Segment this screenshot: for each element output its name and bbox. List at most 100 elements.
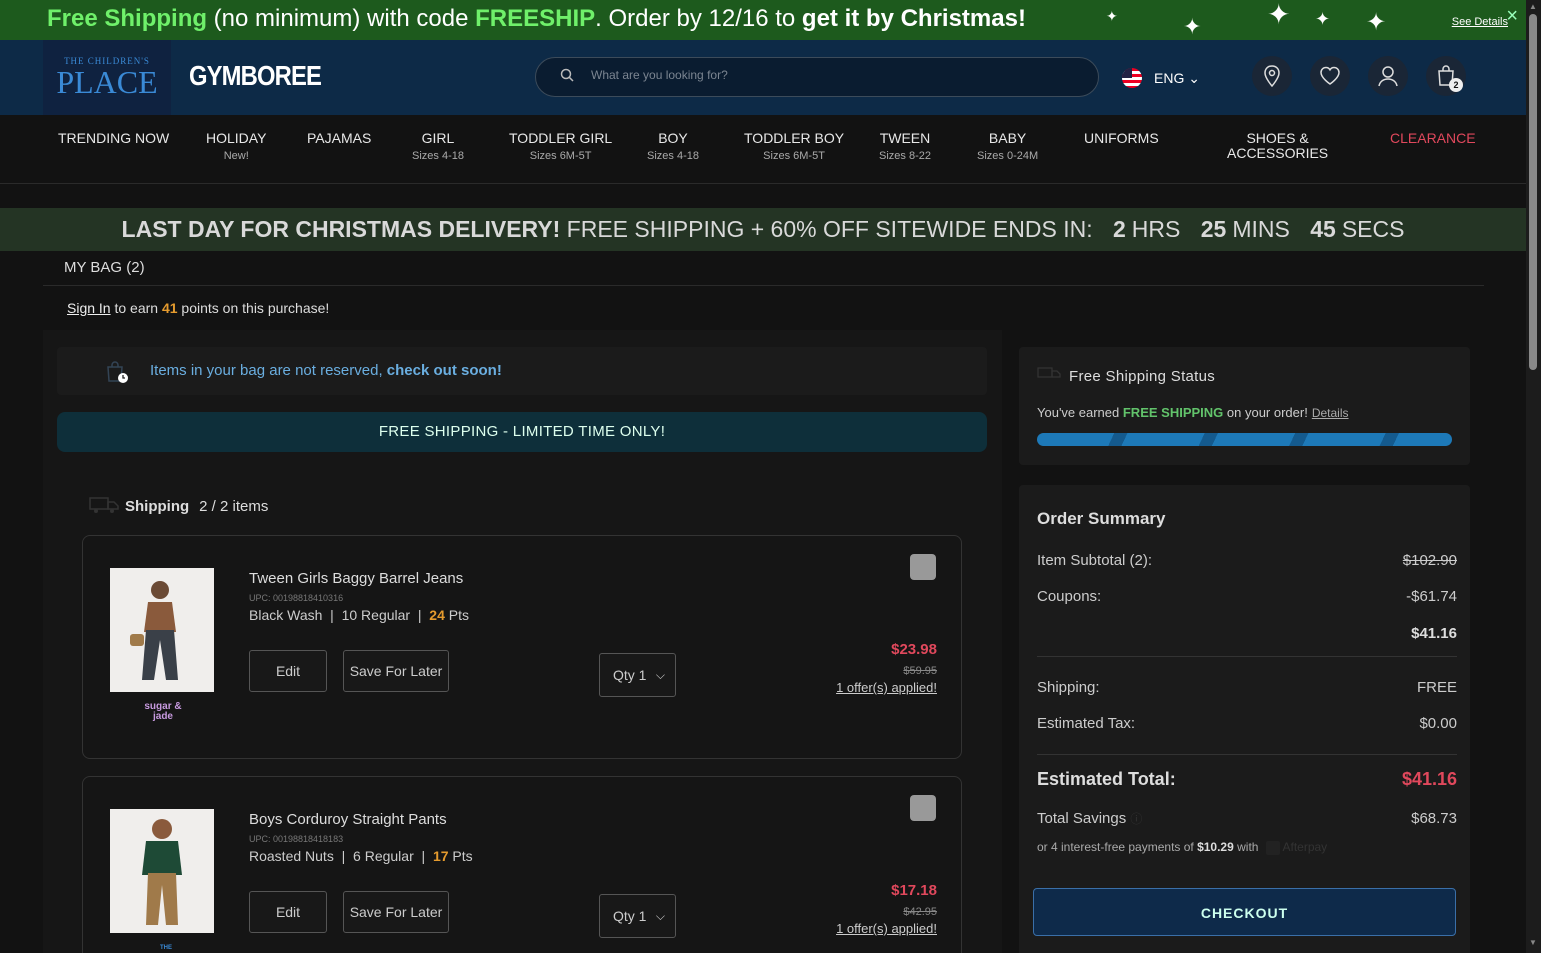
total-value: $41.16: [1401, 769, 1457, 789]
childrens-place-logo[interactable]: THE CHILDREN'S PLACE: [43, 40, 171, 115]
page-scrollbar[interactable]: ▲ ▼: [1526, 0, 1541, 953]
nav-girl[interactable]: GIRL Sizes 4-18: [412, 131, 464, 163]
item-checkbox[interactable]: [910, 795, 936, 821]
status-text-bold: FREE SHIPPING: [1122, 405, 1224, 420]
nav-trending-now[interactable]: TRENDING NOW: [58, 131, 169, 146]
product-upc: UPC: 00198818410316: [249, 593, 344, 603]
save-for-later-button[interactable]: Save For Later: [343, 650, 449, 692]
coupons-value: -$61.74: [1406, 588, 1457, 605]
edit-button[interactable]: Edit: [249, 891, 327, 933]
divider: [1037, 754, 1457, 755]
nav-clearance[interactable]: CLEARANCE: [1390, 131, 1476, 146]
shipping-label: Shipping: [125, 497, 190, 515]
savings-label: Total Savings: [1037, 810, 1127, 827]
gymboree-logo[interactable]: GYMBOREE: [189, 60, 322, 92]
edit-button[interactable]: Edit: [249, 650, 327, 692]
reservation-text-bold: check out soon!: [386, 362, 502, 379]
nav-label: TRENDING NOW: [58, 130, 170, 146]
nav-label: TWEEN: [879, 130, 931, 146]
nav-label: TODDLER BOY: [744, 130, 845, 146]
nav-toddler-boy[interactable]: TODDLER BOY Sizes 6M-5T: [744, 130, 845, 163]
account-icon[interactable]: [1368, 56, 1408, 96]
product-color: Black Wash: [249, 607, 323, 623]
status-text-pre: You've earned: [1037, 405, 1123, 420]
quantity-value: Qty 1: [613, 908, 647, 924]
nav-label: CLEARANCE: [1390, 130, 1476, 146]
countdown-text: FREE SHIPPING + 60% OFF SITEWIDE ENDS IN…: [560, 216, 1093, 242]
scroll-up-icon[interactable]: ▲: [1529, 2, 1537, 11]
cart-item: THE CHILDREN'S Boys Corduroy Straight Pa…: [82, 776, 962, 953]
nav-tween[interactable]: TWEEN Sizes 8-22: [879, 130, 931, 163]
total-label: Estimated Total:: [1037, 769, 1176, 789]
nav-pajamas[interactable]: PAJAMAS: [307, 131, 371, 146]
shipping-header: Shipping 2 / 2 items: [89, 496, 268, 518]
store-locator-icon[interactable]: [1252, 56, 1292, 96]
sale-price: $17.18: [891, 882, 937, 899]
close-icon[interactable]: ×: [1506, 6, 1518, 26]
sign-in-link[interactable]: Sign In: [67, 300, 111, 316]
wishlist-heart-icon[interactable]: [1310, 56, 1350, 96]
sparkle-icon: ✦: [1366, 9, 1387, 36]
offers-applied-link[interactable]: 1 offer(s) applied!: [836, 921, 937, 936]
product-name[interactable]: Tween Girls Baggy Barrel Jeans: [249, 570, 463, 587]
nav-shoes-accessories[interactable]: SHOES & ACCESSORIES: [1227, 131, 1328, 161]
product-upc: UPC: 00198818418183: [249, 834, 344, 844]
tax-value: $0.00: [1419, 715, 1457, 732]
nav-uniforms[interactable]: UNIFORMS: [1084, 131, 1159, 146]
nav-boy[interactable]: BOY Sizes 4-18: [647, 131, 699, 163]
nav-label: UNIFORMS: [1084, 130, 1159, 146]
earn-points: 41: [161, 300, 178, 316]
nav-sub: Sizes 6M-5T: [763, 150, 825, 162]
order-summary-title: Order Summary: [1037, 509, 1166, 528]
afterpay-brand[interactable]: Afterpay: [1282, 840, 1327, 854]
scroll-down-icon[interactable]: ▼: [1529, 938, 1537, 947]
promo-christmas: get it by Christmas!: [801, 5, 1026, 32]
see-details-link[interactable]: See Details: [1452, 15, 1508, 29]
nav-sub: Sizes 4-18: [647, 150, 699, 162]
earn-text: to earn: [110, 300, 162, 316]
info-icon[interactable]: ⓘ: [1130, 812, 1142, 826]
shipping-value: FREE: [1416, 679, 1457, 696]
reservation-text-main: Items in your bag are not reserved,: [150, 362, 387, 379]
truck-icon: [1037, 367, 1061, 386]
reservation-text: Items in your bag are not reserved, chec…: [150, 362, 502, 379]
promo-free-shipping: Free Shipping: [47, 5, 208, 32]
nav-toddler-girl[interactable]: TODDLER GIRL Sizes 6M-5T: [509, 131, 612, 163]
free-shipping-banner: FREE SHIPPING - LIMITED TIME ONLY!: [57, 412, 987, 452]
item-checkbox[interactable]: [910, 554, 936, 580]
afterpay-pre: or 4 interest-free payments of: [1037, 840, 1198, 854]
search-input[interactable]: [591, 68, 1071, 82]
sparkle-icon: ✦: [1267, 0, 1291, 30]
search-icon[interactable]: [560, 68, 574, 85]
promo-text-2: . Order by 12/16 to: [595, 5, 802, 32]
save-for-later-button[interactable]: Save For Later: [343, 891, 449, 933]
product-size: 6 Regular: [353, 848, 414, 864]
sale-price: $23.98: [891, 641, 937, 658]
nav-label: SHOES &: [1246, 130, 1309, 146]
countdown-minutes: 25: [1200, 216, 1227, 242]
points-label: Pts: [448, 607, 469, 623]
subtotal-label: Item Subtotal (2):: [1037, 552, 1153, 569]
product-name[interactable]: Boys Corduroy Straight Pants: [249, 811, 447, 828]
quantity-select[interactable]: Qty 1 ⌵: [599, 653, 676, 697]
order-summary-panel: Order Summary Item Subtotal (2): $102.90 …: [1019, 485, 1470, 953]
product-image[interactable]: [110, 809, 214, 933]
details-link[interactable]: Details: [1312, 406, 1349, 420]
scrollbar-thumb[interactable]: [1529, 14, 1537, 370]
status-text-post: on your order!: [1223, 405, 1308, 420]
original-price: $59.95: [903, 665, 937, 677]
shipping-label: Shipping:: [1037, 679, 1100, 696]
language-selector[interactable]: ENG ⌄: [1154, 70, 1200, 87]
offers-applied-link[interactable]: 1 offer(s) applied!: [836, 680, 937, 695]
product-image[interactable]: [110, 568, 214, 692]
brand-logo: sugar & jade: [144, 701, 182, 722]
nav-holiday[interactable]: HOLIDAY New!: [206, 131, 266, 163]
checkout-button[interactable]: CHECKOUT: [1033, 888, 1456, 936]
quantity-value: Qty 1: [613, 667, 647, 683]
quantity-select[interactable]: Qty 1 ⌵: [599, 894, 676, 938]
product-points: 24: [429, 607, 445, 623]
us-flag-icon[interactable]: [1122, 68, 1142, 88]
search-bar: [535, 57, 1099, 97]
divider: [1037, 656, 1457, 657]
nav-baby[interactable]: BABY Sizes 0-24M: [977, 131, 1038, 163]
